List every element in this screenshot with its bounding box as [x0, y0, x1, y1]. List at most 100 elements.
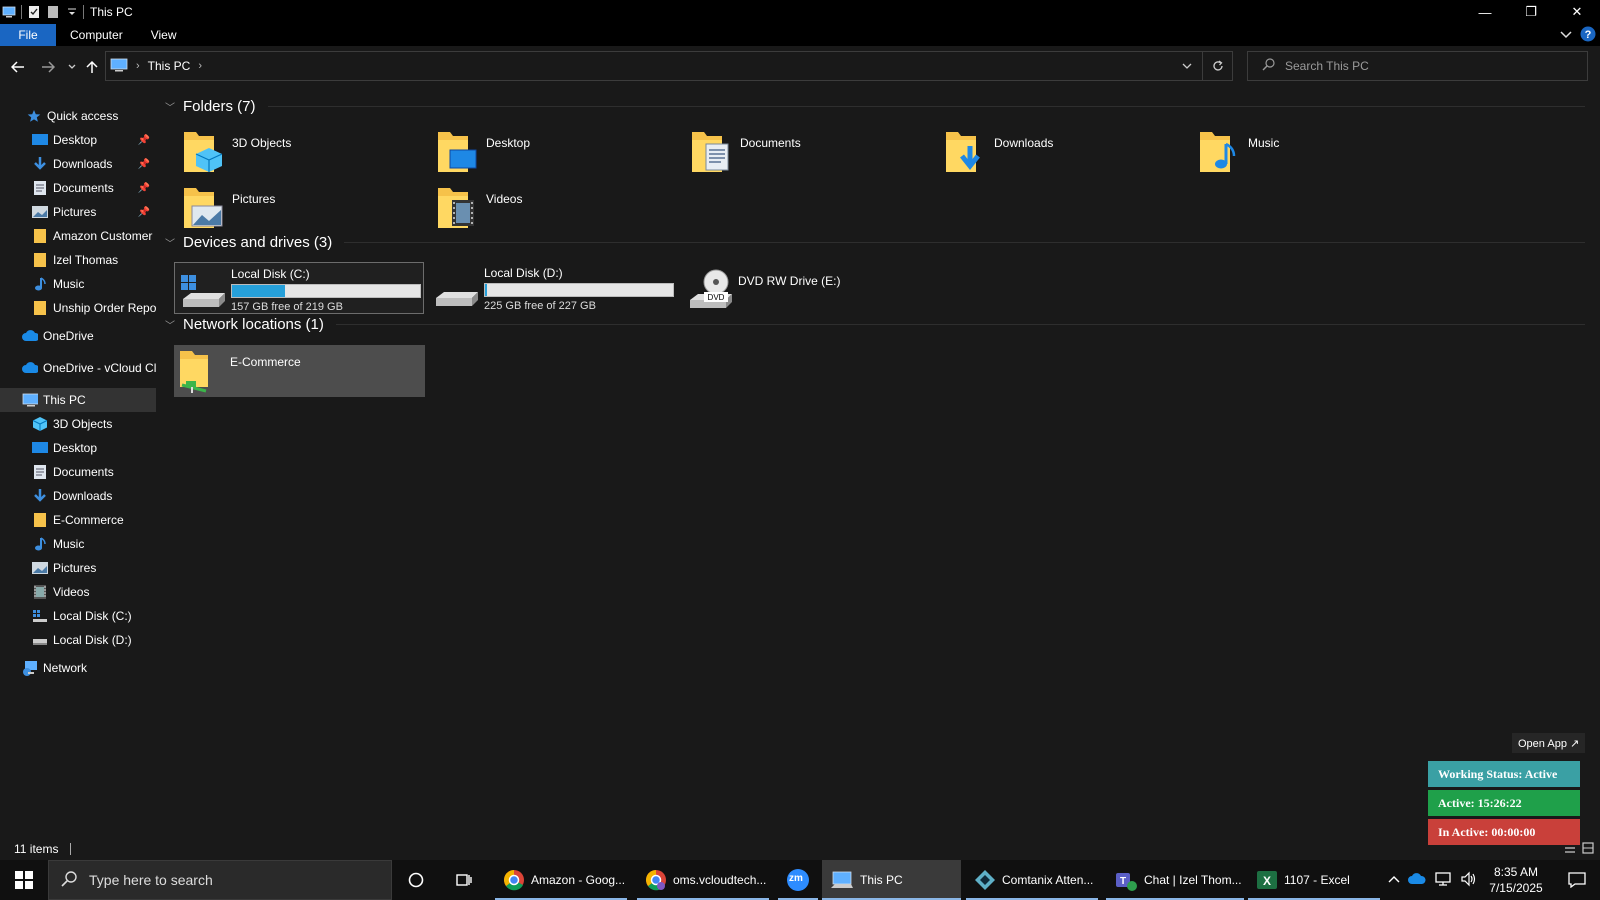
nav-item-amazon-customer[interactable]: Amazon Customer [0, 224, 156, 248]
task-view-button[interactable] [448, 860, 480, 900]
folder-pictures[interactable]: Pictures [174, 180, 424, 232]
videos-icon [32, 584, 48, 600]
nav-item-desktop-pc[interactable]: Desktop [0, 436, 156, 460]
nav-item-pictures-pc[interactable]: Pictures [0, 556, 156, 580]
search-input[interactable] [1285, 59, 1565, 73]
refresh-icon[interactable] [1202, 52, 1232, 80]
tab-file[interactable]: File [0, 24, 56, 46]
pin-icon[interactable]: 📌 [138, 207, 150, 218]
group-header-network[interactable]: ﹀ Network locations (1) [165, 316, 1585, 333]
taskbar: Type here to search Amazon - Goog... oms… [0, 860, 1600, 900]
customize-dropdown-icon[interactable] [65, 5, 79, 19]
nav-label: Quick access [47, 109, 119, 123]
drive-local-disk-d[interactable]: Local Disk (D:) 225 GB free of 227 GB [428, 262, 678, 314]
expand-ribbon-icon[interactable] [1560, 29, 1572, 43]
breadcrumb-chevron-icon[interactable]: › [198, 60, 202, 72]
collapse-chevron-icon[interactable]: ﹀ [165, 235, 177, 250]
group-header-devices[interactable]: ﹀ Devices and drives (3) [165, 234, 1585, 251]
open-app-button[interactable]: Open App ↗ [1512, 733, 1586, 753]
properties-icon[interactable] [27, 5, 41, 19]
nav-item-downloads[interactable]: Downloads 📌 [0, 152, 156, 176]
clock[interactable]: 8:35 AM 7/15/2025 [1486, 864, 1546, 896]
collapse-chevron-icon[interactable]: ﹀ [165, 99, 177, 114]
windows-drive-icon [32, 608, 48, 624]
group-title: Network locations (1) [183, 316, 324, 333]
taskbar-app-chrome-amazon[interactable]: Amazon - Goog... [495, 860, 627, 900]
nav-item-videos[interactable]: Videos [0, 580, 156, 604]
nav-label: Documents [53, 465, 114, 479]
recent-locations-icon[interactable] [67, 60, 77, 76]
nav-label: Pictures [53, 561, 97, 575]
working-status-badge: Working Status: Active [1428, 761, 1580, 787]
nav-item-downloads-pc[interactable]: Downloads [0, 484, 156, 508]
drive-dvd-rw-e[interactable]: DVD DVD RW Drive (E:) [682, 262, 932, 314]
large-icons-view-icon[interactable] [1582, 842, 1594, 857]
tab-view[interactable]: View [137, 24, 191, 46]
network-location-e-commerce[interactable]: E-Commerce [174, 345, 425, 397]
taskbar-search[interactable]: Type here to search [48, 860, 392, 900]
nav-item-pictures[interactable]: Pictures 📌 [0, 200, 156, 224]
this-pc-icon[interactable] [2, 5, 16, 19]
show-hidden-icons-icon[interactable] [1388, 873, 1400, 887]
network-tray-icon[interactable] [1434, 871, 1452, 890]
nav-onedrive[interactable]: OneDrive [0, 324, 156, 348]
folder-downloads[interactable]: Downloads [936, 124, 1186, 176]
nav-item-documents[interactable]: Documents 📌 [0, 176, 156, 200]
pin-icon[interactable]: 📌 [138, 183, 150, 194]
nav-item-unship-order-report[interactable]: Unship Order Report [0, 296, 156, 320]
nav-item-local-disk-d[interactable]: Local Disk (D:) [0, 628, 156, 652]
nav-item-music-pc[interactable]: Music [0, 532, 156, 556]
breadcrumb-this-pc[interactable]: This PC [148, 59, 191, 73]
group-title: Devices and drives (3) [183, 234, 333, 251]
minimize-button[interactable]: — [1462, 0, 1508, 24]
breadcrumb-chevron-icon[interactable]: › [136, 60, 140, 72]
help-icon[interactable]: ? [1580, 26, 1596, 45]
collapse-chevron-icon[interactable]: ﹀ [165, 317, 177, 332]
nav-item-documents-pc[interactable]: Documents [0, 460, 156, 484]
nav-item-izel-thomas[interactable]: Izel Thomas [0, 248, 156, 272]
nav-label: OneDrive - vCloud Cl [43, 361, 156, 375]
nav-this-pc[interactable]: This PC [0, 388, 156, 412]
folder-videos[interactable]: Videos [428, 180, 678, 232]
pin-icon[interactable]: 📌 [138, 135, 150, 146]
folder-label: 3D Objects [232, 136, 292, 150]
cortana-button[interactable] [400, 860, 432, 900]
drive-local-disk-c[interactable]: Local Disk (C:) 157 GB free of 219 GB [174, 262, 424, 314]
up-icon[interactable] [86, 60, 98, 77]
address-bar[interactable]: › This PC › [105, 51, 1233, 81]
restore-button[interactable]: ❐ [1508, 0, 1554, 24]
address-dropdown-icon[interactable] [1172, 52, 1202, 80]
taskbar-app-this-pc[interactable]: This PC [822, 860, 961, 900]
folder-icon [32, 300, 48, 316]
tab-computer[interactable]: Computer [56, 24, 137, 46]
nav-item-3d-objects[interactable]: 3D Objects [0, 412, 156, 436]
action-center-button[interactable] [1554, 860, 1600, 900]
taskbar-app-excel[interactable]: X 1107 - Excel [1248, 860, 1380, 900]
taskbar-app-teams[interactable]: T Chat | Izel Thom... [1106, 860, 1244, 900]
pin-icon[interactable]: 📌 [138, 159, 150, 170]
nav-quick-access[interactable]: Quick access [0, 104, 156, 128]
folder-desktop[interactable]: Desktop [428, 124, 678, 176]
start-button[interactable] [0, 860, 48, 900]
nav-onedrive-vcloud[interactable]: OneDrive - vCloud Cl [0, 356, 156, 380]
nav-network[interactable]: Network [0, 656, 156, 680]
nav-item-e-commerce[interactable]: E-Commerce [0, 508, 156, 532]
volume-icon[interactable] [1460, 871, 1478, 890]
folder-music[interactable]: Music [1190, 124, 1440, 176]
forward-icon[interactable] [41, 60, 56, 76]
group-header-folders[interactable]: ﹀ Folders (7) [165, 98, 1585, 115]
onedrive-tray-icon[interactable] [1408, 872, 1426, 888]
taskbar-app-comtanix[interactable]: Comtanix Atten... [966, 860, 1098, 900]
folder-3d-objects[interactable]: 3D Objects [174, 124, 424, 176]
nav-item-desktop[interactable]: Desktop 📌 [0, 128, 156, 152]
taskbar-app-chrome-oms[interactable]: oms.vcloudtech... [637, 860, 769, 900]
close-button[interactable]: ✕ [1554, 0, 1600, 24]
nav-item-local-disk-c[interactable]: Local Disk (C:) [0, 604, 156, 628]
back-icon[interactable] [10, 60, 25, 76]
nav-item-music[interactable]: Music [0, 272, 156, 296]
taskbar-app-zoom[interactable]: zm [778, 860, 818, 900]
folder-icon [32, 252, 48, 268]
new-folder-icon[interactable] [46, 5, 60, 19]
folder-documents[interactable]: Documents [682, 124, 932, 176]
search-box[interactable] [1247, 51, 1588, 81]
